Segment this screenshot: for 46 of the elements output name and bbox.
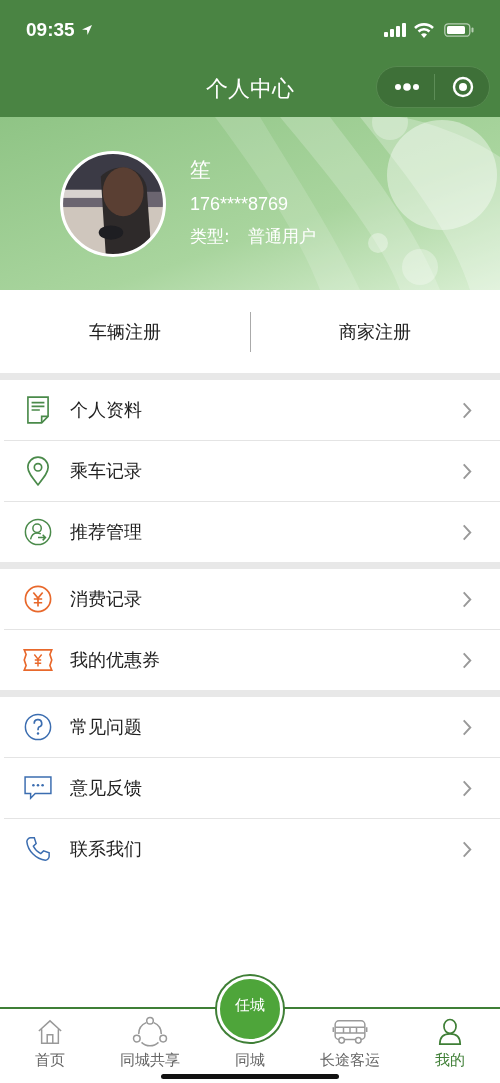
chevron-icon bbox=[462, 462, 472, 480]
menu-item[interactable]: 消费记录 bbox=[0, 569, 500, 629]
location-arrow-icon bbox=[80, 24, 93, 36]
tab-item[interactable]: 首页 bbox=[0, 1009, 100, 1083]
user-name: 笙 bbox=[190, 157, 212, 184]
coupon-icon bbox=[23, 649, 53, 671]
home-icon bbox=[37, 1019, 63, 1045]
menu-item[interactable]: 意见反馈 bbox=[0, 758, 500, 818]
chevron-icon bbox=[462, 718, 472, 736]
question-icon bbox=[24, 713, 52, 741]
menu-item[interactable]: 联系我们 bbox=[0, 819, 500, 879]
register-button[interactable]: 商家注册 bbox=[250, 311, 500, 352]
yuan-icon bbox=[24, 585, 52, 613]
menu-item[interactable]: 个人资料 bbox=[0, 380, 500, 440]
location-pin-icon bbox=[26, 456, 50, 486]
page-title: 个人中心 bbox=[206, 74, 294, 103]
wifi-icon bbox=[414, 22, 434, 38]
menu-item[interactable]: 我的优惠券 bbox=[0, 630, 500, 690]
register-button[interactable]: 车辆注册 bbox=[0, 311, 250, 352]
share-icon bbox=[131, 1016, 169, 1048]
tab-item[interactable]: 长途客运 bbox=[300, 1009, 400, 1083]
chevron-icon bbox=[462, 523, 472, 541]
more-icon[interactable] bbox=[394, 83, 420, 91]
type-value: 普通用户 bbox=[247, 225, 316, 248]
menu-item[interactable]: 常见问题 bbox=[0, 697, 500, 757]
signal-icon bbox=[384, 23, 406, 37]
battery-icon bbox=[444, 23, 474, 37]
chevron-icon bbox=[462, 590, 472, 608]
chat-icon bbox=[24, 776, 52, 800]
tab-item[interactable]: 同城 bbox=[200, 1049, 300, 1083]
phone-icon bbox=[25, 836, 51, 862]
chevron-icon bbox=[462, 651, 472, 669]
chevron-icon bbox=[462, 840, 472, 858]
bus-icon bbox=[332, 1019, 368, 1045]
status-time: 09:35 bbox=[26, 19, 75, 41]
document-icon bbox=[27, 396, 49, 424]
chevron-icon bbox=[462, 779, 472, 797]
tab-item[interactable]: 同城共享 bbox=[100, 1009, 200, 1083]
menu-item[interactable]: 乘车记录 bbox=[0, 441, 500, 501]
menu-item[interactable]: 推荐管理 bbox=[0, 502, 500, 562]
type-label: 类型: bbox=[190, 225, 230, 248]
phone-number: 176****8769 bbox=[190, 194, 290, 215]
tab-item[interactable]: 我的 bbox=[400, 1009, 500, 1083]
close-target-icon[interactable] bbox=[452, 76, 474, 98]
person-icon bbox=[437, 1018, 463, 1046]
chevron-icon bbox=[462, 401, 472, 419]
